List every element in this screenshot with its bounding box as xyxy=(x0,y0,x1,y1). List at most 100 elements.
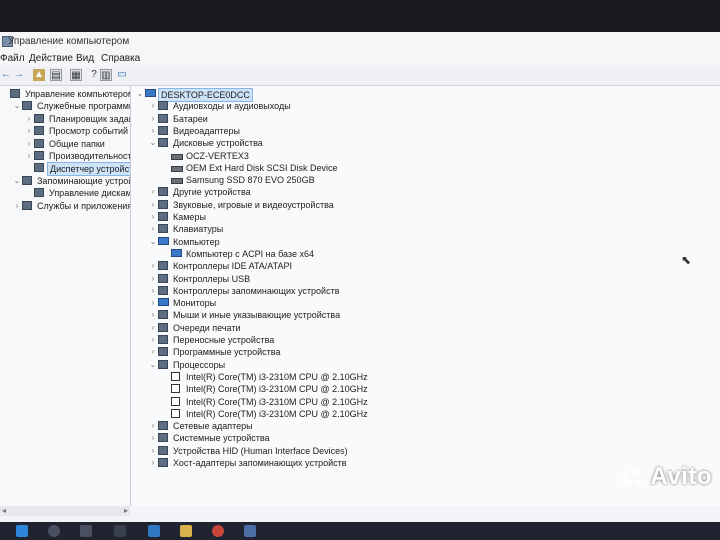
properties-icon[interactable]: ▦ xyxy=(70,69,82,81)
tree-node[interactable]: ⌄ Компьютер xyxy=(131,236,720,248)
tree-node-label: Samsung SSD 870 EVO 250GB xyxy=(186,175,315,186)
menu-view[interactable]: Вид xyxy=(76,53,94,64)
task-view-icon[interactable] xyxy=(80,525,92,537)
tree-node[interactable]: ⌄ Запоминающие устройст xyxy=(0,175,130,187)
tree-node[interactable]: › Устройства HID (Human Interface Devices… xyxy=(131,445,720,457)
expand-chevron-icon[interactable]: › xyxy=(25,125,33,137)
menu-action[interactable]: Действие xyxy=(29,53,73,64)
expand-chevron-icon[interactable]: › xyxy=(149,186,157,198)
tree-node-selected[interactable]: ⌄ DESKTOP-ECE0DCC xyxy=(131,88,720,102)
scroll-left-icon[interactable]: ◂ xyxy=(2,506,6,515)
tree-node[interactable]: › Батареи xyxy=(131,113,720,125)
tree-node-selected[interactable]: Диспетчер устройств xyxy=(0,162,130,177)
horizontal-scrollbar[interactable]: ◂ ▸ xyxy=(0,506,130,516)
expand-chevron-icon[interactable]: › xyxy=(149,334,157,346)
explorer-icon[interactable] xyxy=(180,525,192,537)
expand-chevron-icon[interactable]: › xyxy=(25,113,33,125)
expand-chevron-icon[interactable]: › xyxy=(13,200,21,212)
expand-chevron-icon[interactable]: › xyxy=(149,100,157,112)
collapse-chevron-icon[interactable]: ⌄ xyxy=(13,175,21,187)
expand-chevron-icon[interactable]: › xyxy=(149,297,157,309)
expand-chevron-icon[interactable]: › xyxy=(149,273,157,285)
tree-node[interactable]: Intel(R) Core(TM) i3-2310M CPU @ 2.10GHz xyxy=(131,383,720,395)
tree-node[interactable]: › Камеры xyxy=(131,211,720,223)
expand-chevron-icon[interactable]: › xyxy=(149,211,157,223)
tree-node[interactable]: ⌄ Дисковые устройства xyxy=(131,137,720,149)
expand-chevron-icon[interactable]: › xyxy=(149,260,157,272)
tree-node[interactable]: › Службы и приложения xyxy=(0,200,130,212)
tree-node[interactable]: › Видеоадаптеры xyxy=(131,125,720,137)
tree-node[interactable]: › Системные устройства xyxy=(131,432,720,444)
scroll-right-icon[interactable]: ▸ xyxy=(124,506,128,515)
tree-node[interactable]: Управление компьютером (л xyxy=(0,88,130,100)
up-folder-icon[interactable]: ▲ xyxy=(33,69,45,81)
collapse-chevron-icon[interactable]: ⌄ xyxy=(149,236,157,248)
tree-node[interactable]: › Контроллеры запоминающих устройств xyxy=(131,285,720,297)
tree-node-label: Intel(R) Core(TM) i3-2310M CPU @ 2.10GHz xyxy=(186,408,368,419)
taskbar-app-icon[interactable] xyxy=(114,525,126,537)
start-icon[interactable] xyxy=(16,525,28,537)
tree-node-label: Очереди печати xyxy=(173,322,241,333)
expand-chevron-icon[interactable]: › xyxy=(149,445,157,457)
expand-chevron-icon[interactable]: › xyxy=(149,223,157,235)
expand-chevron-icon[interactable]: › xyxy=(149,346,157,358)
tree-node[interactable]: ⌄ Процессоры xyxy=(131,359,720,371)
expand-chevron-icon[interactable]: › xyxy=(149,285,157,297)
tree-node[interactable]: › Переносные устройства xyxy=(131,334,720,346)
expand-chevron-icon[interactable]: › xyxy=(25,138,33,150)
tree-node[interactable]: › Планировщик заданий xyxy=(0,113,130,125)
menu-file[interactable]: Файл xyxy=(0,53,25,64)
tree-node[interactable]: › Программные устройства xyxy=(131,346,720,358)
tree-node[interactable]: › Производительность xyxy=(0,150,130,162)
computer-management-taskbar-icon[interactable] xyxy=(244,525,256,537)
tree-node[interactable]: › Мониторы xyxy=(131,297,720,309)
expand-chevron-icon[interactable]: › xyxy=(149,309,157,321)
tree-node[interactable]: › Другие устройства xyxy=(131,186,720,198)
expand-chevron-icon[interactable]: › xyxy=(149,322,157,334)
tree-node[interactable]: Intel(R) Core(TM) i3-2310M CPU @ 2.10GHz xyxy=(131,396,720,408)
avito-logo-icon xyxy=(622,467,646,488)
tree-node[interactable]: OCZ-VERTEX3 xyxy=(131,150,720,162)
collapse-chevron-icon[interactable]: ⌄ xyxy=(149,137,157,149)
tree-node[interactable]: Samsung SSD 870 EVO 250GB xyxy=(131,174,720,186)
collapse-chevron-icon[interactable]: ⌄ xyxy=(13,100,21,112)
tree-node[interactable]: › Мыши и иные указывающие устройства xyxy=(131,309,720,321)
expand-chevron-icon[interactable]: › xyxy=(149,113,157,125)
tree-node[interactable]: Intel(R) Core(TM) i3-2310M CPU @ 2.10GHz xyxy=(131,408,720,420)
expand-chevron-icon[interactable]: › xyxy=(149,420,157,432)
expand-chevron-icon[interactable]: › xyxy=(149,199,157,211)
forward-arrow-icon[interactable]: → xyxy=(13,69,25,81)
tree-node[interactable]: OEM Ext Hard Disk SCSI Disk Device xyxy=(131,162,720,174)
tree-node[interactable]: › Звуковые, игровые и видеоустройства xyxy=(131,199,720,211)
search-icon[interactable] xyxy=(48,525,60,537)
tree-node[interactable]: Intel(R) Core(TM) i3-2310M CPU @ 2.10GHz xyxy=(131,371,720,383)
tree-node[interactable]: › Контроллеры USB xyxy=(131,273,720,285)
tree-node[interactable]: Управление дисками xyxy=(0,187,130,199)
tree-node[interactable]: Компьютер с ACPI на базе x64 xyxy=(131,248,720,260)
tree-node[interactable]: › Контроллеры IDE ATA/ATAPI xyxy=(131,260,720,272)
disk-icon xyxy=(171,153,183,160)
tree-node[interactable]: › Аудиовходы и аудиовыходы xyxy=(131,100,720,112)
collapse-chevron-icon[interactable]: ⌄ xyxy=(149,359,157,371)
tree-node[interactable]: › Очереди печати xyxy=(131,322,720,334)
tree-node[interactable]: › Клавиатуры xyxy=(131,223,720,235)
tree-node[interactable]: › Сетевые адаптеры xyxy=(131,420,720,432)
menu-help[interactable]: Справка xyxy=(101,53,140,64)
tree-node[interactable]: ⌄ Служебные программы xyxy=(0,100,130,112)
chrome-icon[interactable] xyxy=(212,525,224,537)
edge-icon[interactable] xyxy=(148,525,160,537)
monitor-scan-icon[interactable]: ▭ xyxy=(116,69,128,81)
tree-node[interactable]: › Общие папки xyxy=(0,138,130,150)
expand-chevron-icon[interactable]: › xyxy=(149,125,157,137)
device-list-icon[interactable]: ▥ xyxy=(100,69,112,81)
tree-node[interactable]: › Просмотр событий xyxy=(0,125,130,137)
mouse-cursor-icon: ⬉ xyxy=(681,253,692,267)
help-icon[interactable]: ? xyxy=(88,69,100,81)
collapse-chevron-icon[interactable]: ⌄ xyxy=(136,88,144,100)
expand-chevron-icon[interactable]: › xyxy=(149,432,157,444)
show-tree-icon[interactable]: ▤ xyxy=(50,69,62,81)
back-arrow-icon[interactable]: ← xyxy=(0,69,12,81)
expand-chevron-icon[interactable]: › xyxy=(149,457,157,469)
expand-chevron-icon[interactable]: › xyxy=(25,150,33,162)
